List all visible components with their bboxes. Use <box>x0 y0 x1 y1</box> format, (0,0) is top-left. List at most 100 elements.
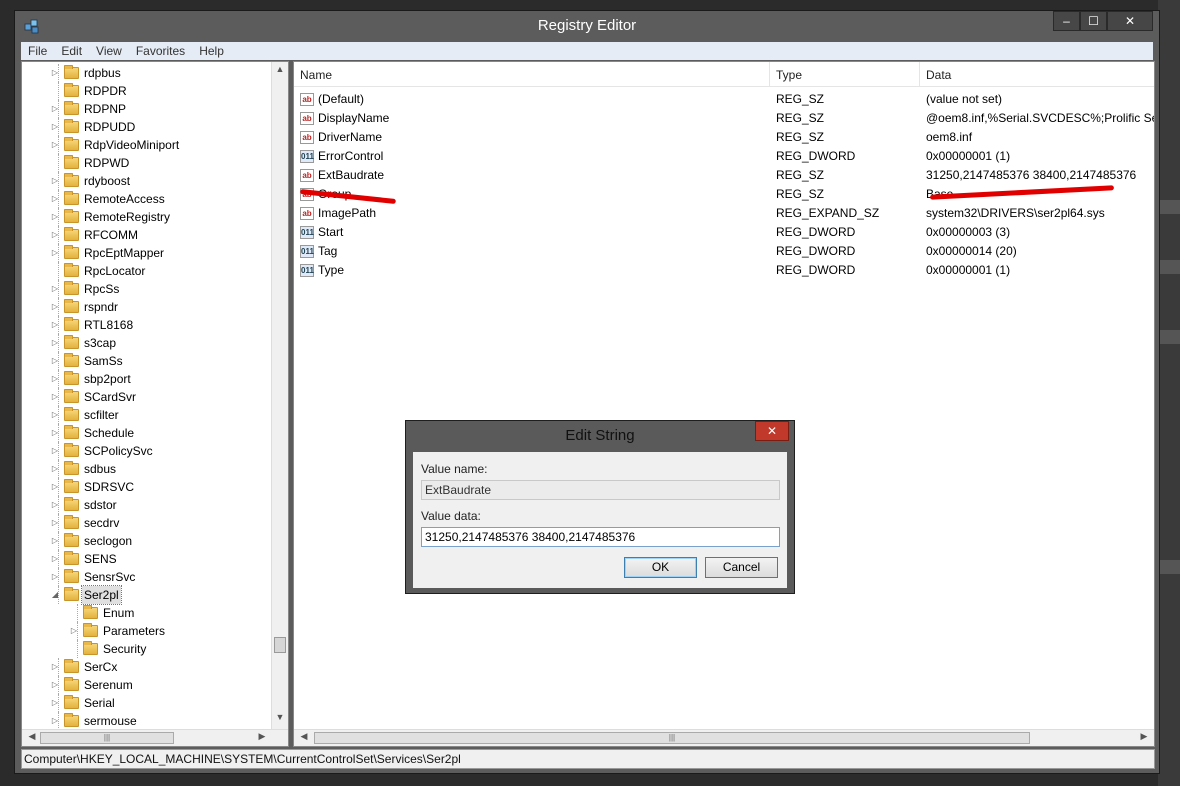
tree-item[interactable]: ▷ RDPNP <box>22 100 272 118</box>
tree-item[interactable]: ▷ RemoteAccess <box>22 190 272 208</box>
scroll-down-arrow-icon[interactable]: ▼ <box>272 712 288 722</box>
expand-arrow-icon[interactable]: ▷ <box>50 334 60 352</box>
tree-item[interactable]: ▷ seclogon <box>22 532 272 550</box>
value-row[interactable]: 011 Type REG_DWORD 0x00000001 (1) <box>294 261 1154 280</box>
tree-scroll-thumb[interactable] <box>274 637 286 653</box>
expand-arrow-icon[interactable]: ▷ <box>50 496 60 514</box>
value-row[interactable]: ab ImagePath REG_EXPAND_SZ system32\DRIVERS… <box>294 204 1154 223</box>
expand-arrow-icon[interactable]: ▷ <box>50 370 60 388</box>
value-row[interactable]: ab (Default) REG_SZ (value not set) <box>294 90 1154 109</box>
tree-item[interactable]: Security <box>22 640 272 658</box>
scroll-right-arrow-icon[interactable]: ▶ <box>1136 731 1152 742</box>
tree-item[interactable]: ▷ rdpbus <box>22 64 272 82</box>
tree-item[interactable]: ▷ SDRSVC <box>22 478 272 496</box>
column-header-name[interactable]: Name <box>294 62 770 86</box>
expand-arrow-icon[interactable]: ▷ <box>50 532 60 550</box>
expand-arrow-icon[interactable]: ▷ <box>50 478 60 496</box>
tree-horizontal-scrollbar[interactable]: ◀ ||| ▶ <box>22 729 288 746</box>
value-row[interactable]: ab ExtBaudrate REG_SZ 31250,2147485376 3840… <box>294 166 1154 185</box>
expand-arrow-icon[interactable]: ▷ <box>50 424 60 442</box>
maximize-button[interactable]: ☐ <box>1080 11 1107 31</box>
expand-arrow-icon[interactable]: ▷ <box>50 388 60 406</box>
tree-item[interactable]: ▷ rdyboost <box>22 172 272 190</box>
key-tree-pane[interactable]: ▷ rdpbus RDPDR ▷ RDPNP ▷ RDPUDD ▷ RdpVideoMinipo… <box>21 61 289 747</box>
menu-edit[interactable]: Edit <box>54 44 89 58</box>
tree-item[interactable]: ▷ SCPolicySvc <box>22 442 272 460</box>
column-header-data[interactable]: Data <box>920 62 1154 86</box>
close-button[interactable]: ✕ <box>1107 11 1153 31</box>
title-bar[interactable]: Registry Editor – ☐ ✕ <box>15 11 1159 41</box>
value-data-input[interactable] <box>421 527 780 547</box>
menu-view[interactable]: View <box>89 44 129 58</box>
tree-vertical-scrollbar[interactable]: ▲ ▼ <box>271 62 288 729</box>
expand-arrow-icon[interactable]: ▷ <box>50 298 60 316</box>
tree-item[interactable]: ▷ RTL8168 <box>22 316 272 334</box>
tree-item[interactable]: RDPWD <box>22 154 272 172</box>
tree-item[interactable]: ▷ RFCOMM <box>22 226 272 244</box>
list-hscroll-thumb[interactable]: ||| <box>314 732 1030 744</box>
tree-item[interactable]: ▷ Parameters <box>22 622 272 640</box>
tree-hscroll-thumb[interactable]: ||| <box>40 732 174 744</box>
expand-arrow-icon[interactable]: ▷ <box>50 64 60 82</box>
expand-arrow-icon[interactable]: ▷ <box>50 460 60 478</box>
tree-item[interactable]: ◢ Ser2pl <box>22 585 272 605</box>
expand-arrow-icon[interactable]: ▷ <box>50 658 60 676</box>
expand-arrow-icon[interactable]: ▷ <box>50 676 60 694</box>
menu-file[interactable]: File <box>21 44 54 58</box>
tree-item[interactable]: ▷ SensrSvc <box>22 568 272 586</box>
values-list-pane[interactable]: Name Type Data ab (Default) REG_SZ (value n… <box>293 61 1155 747</box>
expand-arrow-icon[interactable]: ▷ <box>50 118 60 136</box>
expand-arrow-icon[interactable]: ▷ <box>50 244 60 262</box>
tree-item[interactable]: ▷ RpcEptMapper <box>22 244 272 262</box>
tree-item[interactable]: ▷ secdrv <box>22 514 272 532</box>
expand-arrow-icon[interactable]: ▷ <box>50 568 60 586</box>
expand-arrow-icon[interactable]: ▷ <box>50 208 60 226</box>
column-header-type[interactable]: Type <box>770 62 920 86</box>
menu-help[interactable]: Help <box>192 44 231 58</box>
tree-item[interactable]: ▷ scfilter <box>22 406 272 424</box>
expand-arrow-icon[interactable]: ▷ <box>50 280 60 298</box>
expand-arrow-icon[interactable]: ▷ <box>50 226 60 244</box>
tree-item[interactable]: ▷ sdstor <box>22 496 272 514</box>
tree-item[interactable]: ▷ sermouse <box>22 712 272 730</box>
tree-item[interactable]: RDPDR <box>22 82 272 100</box>
value-row[interactable]: 011 Start REG_DWORD 0x00000003 (3) <box>294 223 1154 242</box>
expand-arrow-icon[interactable]: ▷ <box>50 550 60 568</box>
minimize-button[interactable]: – <box>1053 11 1080 31</box>
list-horizontal-scrollbar[interactable]: ◀ ||| ▶ <box>294 729 1154 746</box>
expand-arrow-icon[interactable]: ▷ <box>50 514 60 532</box>
expand-arrow-icon[interactable]: ▷ <box>50 712 60 730</box>
tree-item[interactable]: ▷ SamSs <box>22 352 272 370</box>
expand-arrow-icon[interactable]: ▷ <box>50 172 60 190</box>
scroll-up-arrow-icon[interactable]: ▲ <box>272 64 288 74</box>
scroll-left-arrow-icon[interactable]: ◀ <box>24 731 40 742</box>
expand-arrow-icon[interactable]: ▷ <box>50 352 60 370</box>
value-row[interactable]: ab DisplayName REG_SZ @oem8.inf,%Serial.SVC… <box>294 109 1154 128</box>
expand-arrow-icon[interactable]: ▷ <box>50 316 60 334</box>
tree-item[interactable]: ▷ Serial <box>22 694 272 712</box>
scroll-left-arrow-icon[interactable]: ◀ <box>296 731 312 742</box>
tree-item[interactable]: ▷ RemoteRegistry <box>22 208 272 226</box>
scroll-right-arrow-icon[interactable]: ▶ <box>254 731 270 742</box>
expand-arrow-icon[interactable]: ◢ <box>50 586 60 604</box>
tree-item[interactable]: RpcLocator <box>22 262 272 280</box>
value-row[interactable]: ab DriverName REG_SZ oem8.inf <box>294 128 1154 147</box>
expand-arrow-icon[interactable]: ▷ <box>50 190 60 208</box>
tree-item[interactable]: Enum <box>22 604 272 622</box>
cancel-button[interactable]: Cancel <box>705 557 778 578</box>
value-row[interactable]: 011 ErrorControl REG_DWORD 0x00000001 (1) <box>294 147 1154 166</box>
tree-item[interactable]: ▷ sdbus <box>22 460 272 478</box>
value-row[interactable]: 011 Tag REG_DWORD 0x00000014 (20) <box>294 242 1154 261</box>
tree-item[interactable]: ▷ RdpVideoMiniport <box>22 136 272 154</box>
tree-item[interactable]: ▷ RDPUDD <box>22 118 272 136</box>
dialog-close-button[interactable]: ✕ <box>755 421 789 441</box>
tree-item[interactable]: ▷ RpcSs <box>22 280 272 298</box>
expand-arrow-icon[interactable]: ▷ <box>50 442 60 460</box>
expand-arrow-icon[interactable]: ▷ <box>50 136 60 154</box>
tree-item[interactable]: ▷ rspndr <box>22 298 272 316</box>
tree-item[interactable]: ▷ sbp2port <box>22 370 272 388</box>
tree-item[interactable]: ▷ SENS <box>22 550 272 568</box>
tree-item[interactable]: ▷ SerCx <box>22 658 272 676</box>
tree-item[interactable]: ▷ SCardSvr <box>22 388 272 406</box>
tree-item[interactable]: ▷ s3cap <box>22 334 272 352</box>
